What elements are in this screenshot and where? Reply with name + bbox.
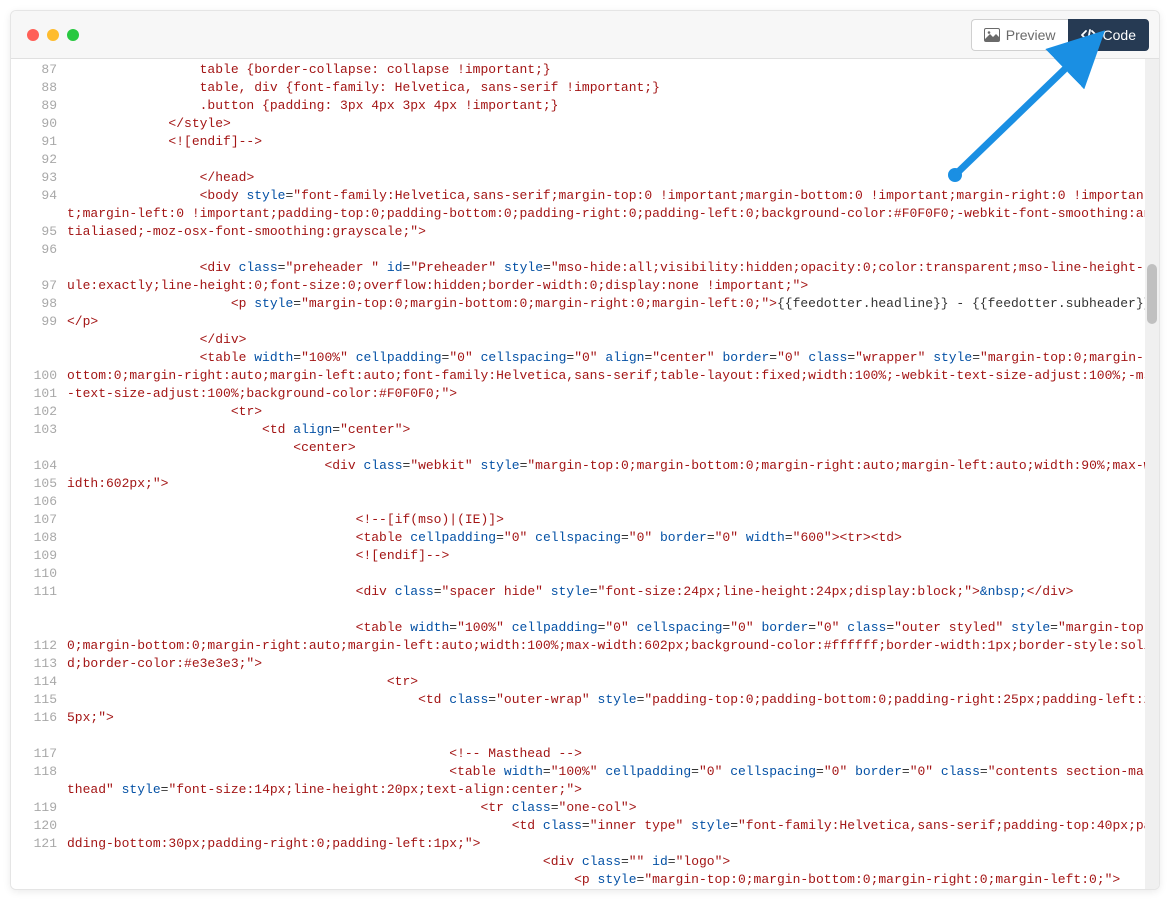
line-number: 118 [11,763,67,781]
code-line [67,727,1159,745]
code-content[interactable]: table {border-collapse: collapse !import… [67,59,1159,889]
line-number [11,205,67,223]
code-line [67,241,1159,259]
code-line: <!--[if(mso)|(IE)]> [67,511,1159,529]
code-line [67,151,1159,169]
code-line: <tr class="one-col"> [67,799,1159,817]
line-number: 103 [11,421,67,439]
line-number-gutter: 8788899091929394 9596 979899 100101102103 10… [11,59,67,889]
code-line: <td class="outer-wrap" style="padding-to… [67,691,1159,727]
preview-tab[interactable]: Preview [971,19,1068,51]
code-icon [1081,28,1097,42]
line-number: 94 [11,187,67,205]
code-line: <div class="webkit" style="margin-top:0;… [67,457,1159,493]
code-line: <tr> [67,673,1159,691]
code-line: <tr> [67,403,1159,421]
line-number: 107 [11,511,67,529]
line-number: 91 [11,133,67,151]
line-number: 102 [11,403,67,421]
line-number: 100 [11,367,67,385]
code-line: <td class="inner type" style="font-famil… [67,817,1159,853]
line-number: 112 [11,637,67,655]
line-number: 108 [11,529,67,547]
code-line: <body style="font-family:Helvetica,sans-… [67,187,1159,241]
line-number: 92 [11,151,67,169]
code-line [67,601,1159,619]
maximize-icon[interactable] [67,29,79,41]
preview-label: Preview [1006,27,1056,43]
code-line: <table width="100%" cellpadding="0" cell… [67,763,1159,799]
line-number [11,259,67,277]
code-line [67,565,1159,583]
line-number [11,349,67,367]
code-line: <!-- Masthead --> [67,745,1159,763]
window-controls [27,29,79,41]
code-line: <center> [67,439,1159,457]
code-editor[interactable]: 8788899091929394 9596 979899 100101102103 10… [11,59,1159,889]
code-line [67,493,1159,511]
code-line: <table cellpadding="0" cellspacing="0" b… [67,529,1159,547]
line-number: 87 [11,61,67,79]
line-number [11,619,67,637]
line-number: 89 [11,97,67,115]
line-number: 93 [11,169,67,187]
line-number: 120 [11,817,67,835]
code-line: <div class="spacer hide" style="font-siz… [67,583,1159,601]
line-number: 96 [11,241,67,259]
code-line: .button {padding: 3px 4px 3px 4px !impor… [67,97,1159,115]
line-number: 117 [11,745,67,763]
line-number [11,331,67,349]
code-line: <div class="" id="logo"> [67,853,1159,871]
line-number [11,781,67,799]
line-number [11,601,67,619]
code-tab[interactable]: Code [1068,19,1149,51]
code-line: <p style="margin-top:0;margin-bottom:0;m… [67,871,1159,889]
line-number: 99 [11,313,67,331]
line-number: 97 [11,277,67,295]
line-number: 101 [11,385,67,403]
code-line: <![endif]--> [67,547,1159,565]
line-number [11,727,67,745]
line-number [11,439,67,457]
code-line: <table width="100%" cellpadding="0" cell… [67,619,1159,673]
line-number: 98 [11,295,67,313]
code-line: <table width="100%" cellpadding="0" cell… [67,349,1159,403]
scroll-thumb[interactable] [1147,264,1157,324]
line-number: 95 [11,223,67,241]
code-line: </head> [67,169,1159,187]
line-number: 88 [11,79,67,97]
code-line: <td align="center"> [67,421,1159,439]
minimize-icon[interactable] [47,29,59,41]
code-line: <div class="preheader " id="Preheader" s… [67,259,1159,295]
line-number: 106 [11,493,67,511]
line-number: 105 [11,475,67,493]
line-number: 121 [11,835,67,853]
code-line: <![endif]--> [67,133,1159,151]
code-label: Code [1103,27,1136,43]
line-number: 90 [11,115,67,133]
close-icon[interactable] [27,29,39,41]
line-number: 116 [11,709,67,727]
line-number: 119 [11,799,67,817]
line-number: 115 [11,691,67,709]
line-number: 104 [11,457,67,475]
line-number: 114 [11,673,67,691]
code-line: </div> [67,331,1159,349]
code-line: </style> [67,115,1159,133]
editor-window: Preview Code 8788899091929394 9596 979899 1… [10,10,1160,890]
line-number: 110 [11,565,67,583]
code-line: table {border-collapse: collapse !import… [67,61,1159,79]
line-number: 109 [11,547,67,565]
line-number: 113 [11,655,67,673]
line-number: 111 [11,583,67,601]
image-icon [984,28,1000,42]
vertical-scrollbar[interactable] [1145,59,1159,889]
titlebar: Preview Code [11,11,1159,59]
code-line: table, div {font-family: Helvetica, sans… [67,79,1159,97]
code-line: <p style="margin-top:0;margin-bottom:0;m… [67,295,1159,331]
